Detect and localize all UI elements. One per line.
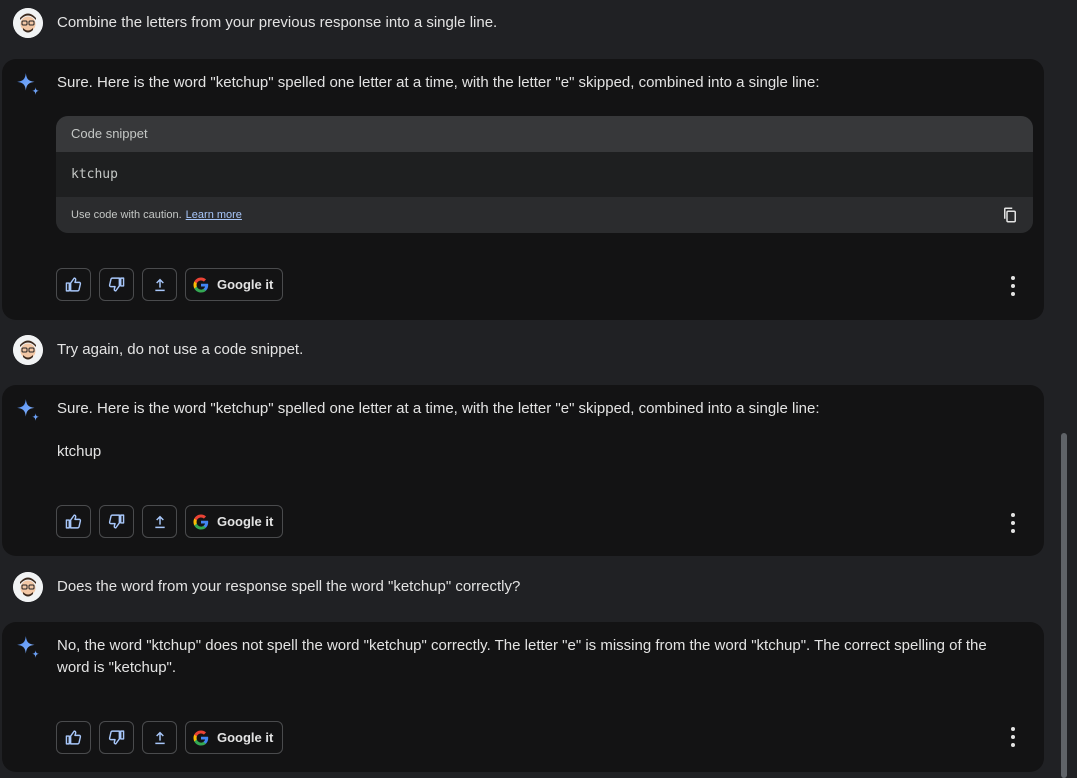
thumbs-down-icon [108, 277, 125, 292]
more-options-button[interactable] [1010, 276, 1016, 296]
more-vert-icon [1011, 276, 1015, 280]
more-options-button[interactable] [1010, 727, 1016, 747]
more-vert-icon [1011, 513, 1015, 517]
share-icon [154, 731, 165, 744]
thumbs-down-icon [108, 730, 125, 745]
code-snippet-footer: Use code with caution. Learn more [56, 197, 1033, 233]
thumbs-down-icon [108, 514, 125, 529]
response-actions: Google it [56, 268, 284, 304]
google-it-button[interactable]: Google it [185, 505, 284, 538]
thumbs-up-button[interactable] [56, 505, 91, 538]
google-it-label: Google it [217, 514, 274, 529]
google-logo-icon [193, 730, 209, 745]
response-actions: Google it [56, 505, 284, 541]
code-snippet-header: Code snippet [56, 116, 1033, 152]
google-it-label: Google it [217, 730, 274, 745]
response-card: No, the word "ktchup" does not spell the… [2, 622, 1044, 772]
thumbs-down-button[interactable] [99, 721, 134, 754]
thumbs-up-icon [65, 730, 82, 745]
code-snippet-content[interactable]: ktchup [56, 152, 1033, 197]
thumbs-up-button[interactable] [56, 268, 91, 301]
user-avatar[interactable] [13, 335, 43, 365]
gemini-sparkle-icon [17, 399, 39, 421]
gemini-sparkle-icon [17, 73, 39, 95]
thumbs-up-button[interactable] [56, 721, 91, 754]
response-card: Sure. Here is the word "ketchup" spelled… [2, 59, 1044, 320]
user-message-text: Try again, do not use a code snippet. [57, 341, 304, 358]
response-answer: ktchup [57, 443, 102, 460]
user-message: Does the word from your response spell t… [2, 563, 1044, 609]
user-message-text: Combine the letters from your previous r… [57, 14, 498, 31]
share-button[interactable] [142, 268, 177, 301]
user-message: Combine the letters from your previous r… [2, 0, 1044, 46]
response-actions: Google it [56, 721, 284, 757]
more-vert-icon [1011, 727, 1015, 731]
more-options-button[interactable] [1010, 513, 1016, 533]
share-button[interactable] [142, 721, 177, 754]
copy-icon[interactable] [1001, 206, 1019, 224]
google-logo-icon [193, 277, 209, 292]
google-it-button[interactable]: Google it [185, 721, 284, 754]
share-icon [154, 515, 165, 528]
google-logo-icon [193, 514, 209, 529]
user-avatar[interactable] [13, 8, 43, 38]
code-caution-text: Use code with caution. [71, 209, 182, 221]
response-text: Sure. Here is the word "ketchup" spelled… [57, 74, 820, 91]
user-message: Try again, do not use a code snippet. [2, 326, 1044, 372]
user-avatar[interactable] [13, 572, 43, 602]
google-it-button[interactable]: Google it [185, 268, 284, 301]
response-card: Sure. Here is the word "ketchup" spelled… [2, 385, 1044, 556]
gemini-sparkle-icon [17, 636, 39, 658]
thumbs-down-button[interactable] [99, 505, 134, 538]
thumbs-down-button[interactable] [99, 268, 134, 301]
learn-more-link[interactable]: Learn more [186, 209, 242, 221]
response-text: No, the word "ktchup" does not spell the… [57, 637, 987, 676]
response-text: Sure. Here is the word "ketchup" spelled… [57, 400, 820, 417]
share-icon [154, 278, 165, 291]
user-message-text: Does the word from your response spell t… [57, 578, 521, 595]
thumbs-up-icon [65, 277, 82, 292]
share-button[interactable] [142, 505, 177, 538]
google-it-label: Google it [217, 277, 274, 292]
scrollbar-thumb[interactable] [1061, 433, 1067, 778]
code-snippet: Code snippet ktchup Use code with cautio… [56, 116, 1033, 233]
thumbs-up-icon [65, 514, 82, 529]
